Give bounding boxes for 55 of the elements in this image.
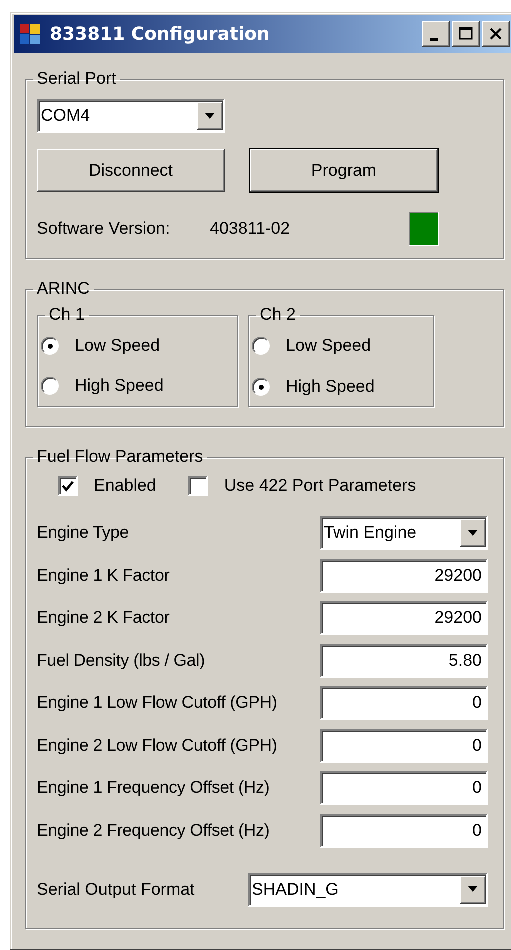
- maximize-button[interactable]: [452, 21, 480, 47]
- option-label[interactable]: Use 422 Port Parameters: [224, 476, 416, 496]
- option-label[interactable]: Low Speed: [286, 336, 372, 356]
- disconnect-button[interactable]: Disconnect: [37, 149, 225, 192]
- minimize-icon: [430, 38, 438, 40]
- field-label: Engine 2 Low Flow Cutoff (GPH): [37, 736, 278, 756]
- field-label: Engine 2 K Factor: [37, 608, 171, 628]
- radio-button[interactable]: [41, 377, 59, 395]
- program-button[interactable]: Program: [250, 149, 438, 192]
- field-label: Engine 1 K Factor: [37, 566, 171, 586]
- checkbox[interactable]: [58, 476, 78, 496]
- field-label: Engine Type: [37, 523, 130, 543]
- close-icon: [488, 27, 504, 41]
- maximize-icon: [458, 27, 474, 41]
- option-label[interactable]: Enabled: [94, 476, 156, 496]
- option-label[interactable]: High Speed: [75, 376, 164, 396]
- radio-button[interactable]: [252, 378, 270, 396]
- minimize-button[interactable]: [422, 21, 450, 47]
- number-field[interactable]: 29200: [320, 601, 488, 635]
- group-title: Ch 2: [259, 305, 297, 325]
- dropdown[interactable]: SHADIN_G: [248, 872, 488, 906]
- version-value: 403811-02: [210, 219, 292, 239]
- number-field[interactable]: 0: [320, 771, 488, 805]
- caret-icon: [467, 886, 479, 893]
- version-label: Software Version:: [37, 219, 172, 239]
- number-field[interactable]: 29200: [320, 558, 488, 592]
- number-field[interactable]: 0: [320, 686, 488, 720]
- field-label: Fuel Density (lbs / Gal): [37, 650, 206, 670]
- option-label[interactable]: High Speed: [286, 377, 375, 397]
- caret-icon: [204, 112, 216, 120]
- group-title: Ch 1: [48, 305, 86, 325]
- group-title: Fuel Flow Parameters: [36, 447, 204, 467]
- window-title: 833811 Configuration: [50, 24, 271, 44]
- close-button[interactable]: [482, 21, 510, 47]
- radio-button[interactable]: [41, 337, 59, 355]
- radio-button[interactable]: [252, 337, 270, 355]
- number-field[interactable]: 0: [320, 814, 488, 848]
- caret-icon: [467, 530, 479, 536]
- dropdown-arrow-button[interactable]: [197, 102, 223, 130]
- group-title: ARINC: [36, 279, 91, 299]
- checkmark-icon: [62, 480, 74, 492]
- app-icon: [20, 24, 40, 44]
- number-field[interactable]: 5.80: [320, 644, 488, 678]
- checkbox[interactable]: [188, 476, 208, 496]
- dropdown[interactable]: Twin Engine: [320, 516, 488, 550]
- number-field[interactable]: 0: [320, 728, 488, 762]
- field-label: Engine 1 Frequency Offset (Hz): [37, 778, 271, 798]
- dropdown-arrow-button[interactable]: [460, 519, 486, 547]
- field-label: Engine 2 Frequency Offset (Hz): [37, 820, 271, 840]
- option-label[interactable]: Low Speed: [75, 336, 160, 356]
- group-title: Serial Port: [36, 69, 118, 89]
- dropdown-arrow-button[interactable]: [460, 876, 486, 904]
- field-label: Engine 1 Low Flow Cutoff (GPH): [37, 693, 278, 713]
- dropdown[interactable]: COM4: [37, 99, 225, 133]
- field-label: Serial Output Format: [37, 880, 196, 900]
